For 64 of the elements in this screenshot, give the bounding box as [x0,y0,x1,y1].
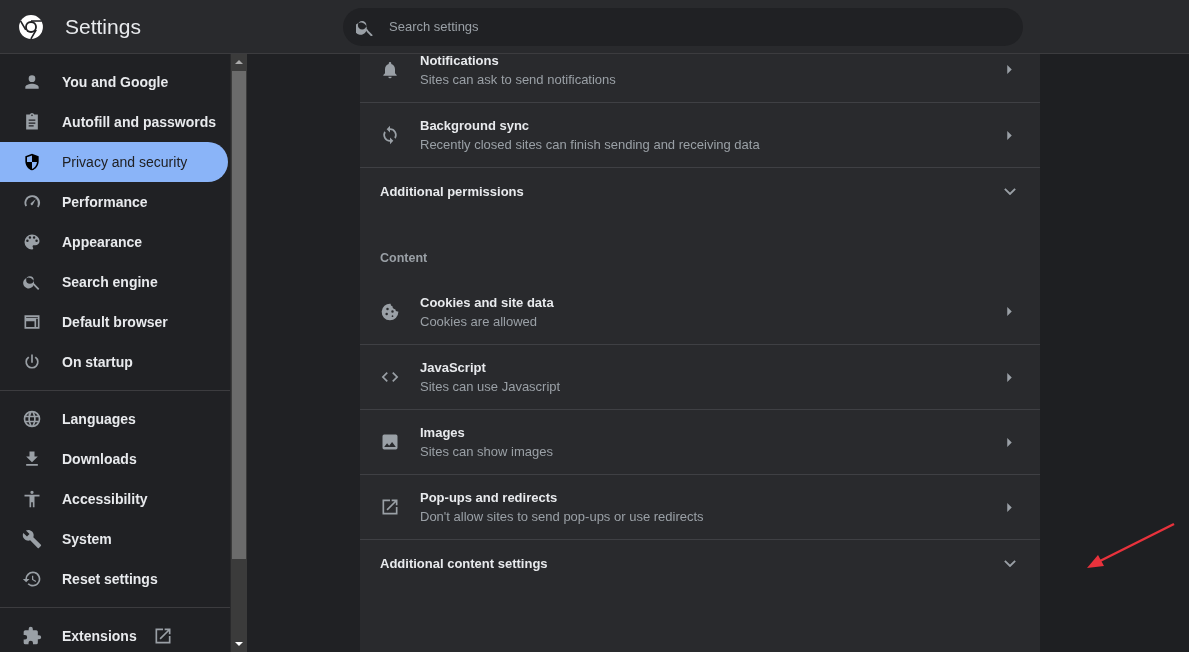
browser-logo-icon [18,13,44,40]
caret-icon [1007,437,1012,447]
caret-icon [1007,130,1012,140]
sidebar-item[interactable]: Accessibility [0,479,228,519]
expand-row[interactable]: Additional content settings [360,539,1040,587]
caret-icon [1007,502,1012,512]
caret-icon [1007,372,1012,382]
image-icon [380,432,400,452]
palette-icon [22,232,42,252]
history-icon [22,569,42,589]
row-description: Sites can use Javascript [420,379,562,394]
row-title: Pop-ups and redirects [420,490,559,505]
search-icon [356,18,373,36]
row-description: Don't allow sites to send pop-ups or use redirects [420,509,705,524]
row-title: Additional permissions [380,184,524,199]
external-link-icon [380,497,400,517]
accessibility-icon [22,489,42,509]
sidebar-item[interactable]: Autofill and passwords [0,102,228,142]
row-description: Sites can show images [420,444,554,459]
sidebar-item[interactable]: Performance [0,182,228,222]
sidebar-item[interactable]: System [0,519,228,559]
caret-icon [1007,307,1012,316]
sidebar-item[interactable]: On startup [0,342,228,382]
sidebar-item[interactable]: Extensions [0,616,228,652]
sync-icon [380,125,400,145]
bell-icon [380,59,400,80]
row-title: Notifications [420,54,500,68]
row-title: Images [420,425,466,440]
sidebar-item[interactable]: Search engine [0,262,228,302]
cookie-icon [380,301,400,322]
sidebar-item[interactable]: You and Google [0,62,228,102]
row-description: Sites can ask to send notifications [420,71,617,87]
wrench-icon [22,529,42,549]
row-title: Cookies and site data [420,294,555,310]
settings-row[interactable]: Pop-ups and redirects Don't allow sites to send pop-ups or use redirects [360,474,1040,539]
sidebar-item[interactable]: Languages [0,399,228,439]
expand-row[interactable]: Additional permissions [360,167,1040,215]
sidebar-item[interactable]: Reset settings [0,559,228,599]
search-field[interactable]: Search settings [343,7,1023,46]
person-icon [22,72,42,92]
sidebar-item[interactable]: Downloads [0,439,228,479]
sidebar-item[interactable]: Privacy and security [0,142,228,182]
caret-icon [1007,65,1012,74]
row-description: Cookies are allowed [420,313,539,329]
puzzle-icon [22,626,42,646]
settings-row[interactable]: Cookies and site data Cookies are allowed [360,279,1040,344]
shield-icon [22,152,42,172]
row-title: JavaScript [420,360,487,375]
settings-row[interactable]: Notifications Sites can ask to send notifications [360,54,1040,102]
settings-row[interactable]: JavaScript Sites can use Javascript [360,344,1040,409]
scrollbar-thumb[interactable] [232,71,246,559]
sidebar-item[interactable]: Default browser [0,302,228,342]
power-icon [22,352,42,372]
page-title: Settings [65,14,142,39]
scrollbar[interactable] [231,54,247,652]
globe-icon [22,409,42,429]
settings-row[interactable]: Background sync Recently closed sites can finish sending and receiving data [360,102,1040,167]
row-title: Background sync [420,118,531,133]
row-description: Recently closed sites can finish sending and receiving data [420,137,761,152]
section-heading: Content [379,250,429,267]
sidebar-item[interactable]: Appearance [0,222,228,262]
settings-row[interactable]: Images Sites can show images [360,409,1040,474]
browser-window-icon [22,312,42,332]
row-title: Additional content settings [380,556,548,571]
